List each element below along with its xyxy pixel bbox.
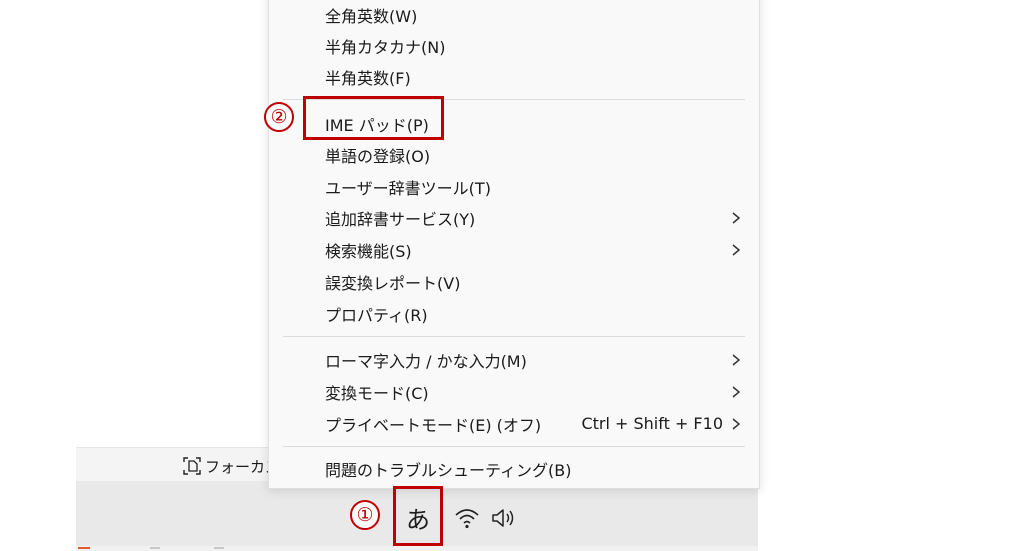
menu-item-troubleshooting[interactable]: 問題のトラブルシューティング(B) — [269, 453, 759, 484]
wifi-icon[interactable] — [454, 507, 480, 529]
menu-item-romaji-kana-input[interactable]: ローマ字入力 / かな入力(M) — [269, 344, 759, 375]
focus-button[interactable]: フォーカス — [182, 455, 280, 477]
menu-item-shortcut: Ctrl + Shift + F10 — [581, 414, 723, 433]
menu-item-register-word[interactable]: 単語の登録(O) — [269, 139, 759, 170]
chevron-right-icon — [732, 353, 741, 366]
speaker-icon[interactable] — [490, 507, 518, 529]
taskbar-bottom-strip — [76, 546, 758, 551]
callout-number-two: ② — [264, 102, 294, 132]
menu-item-search-function[interactable]: 検索機能(S) — [269, 234, 759, 265]
callout-highlight-ime-button — [393, 486, 443, 546]
menu-item-halfwidth-alphanumeric[interactable]: 半角英数(F) — [269, 61, 759, 92]
menu-separator — [283, 446, 745, 447]
menu-item-properties[interactable]: プロパティ(R) — [269, 298, 759, 329]
chevron-right-icon — [732, 385, 741, 398]
menu-item-user-dictionary-tool[interactable]: ユーザー辞書ツール(T) — [269, 171, 759, 202]
ime-context-menu: 全角英数(W) 半角カタカナ(N) 半角英数(F) IME パッド(P) 単語の… — [268, 0, 760, 489]
menu-separator — [283, 336, 745, 337]
menu-item-additional-dictionary-service[interactable]: 追加辞書サービス(Y) — [269, 202, 759, 233]
app-indicator — [78, 547, 90, 549]
menu-item-conversion-error-report[interactable]: 誤変換レポート(V) — [269, 266, 759, 297]
chevron-right-icon — [732, 417, 741, 430]
focus-icon — [183, 457, 201, 475]
app-indicator — [214, 547, 224, 549]
app-indicator — [150, 547, 160, 549]
menu-item-conversion-mode[interactable]: 変換モード(C) — [269, 376, 759, 407]
menu-item-private-mode[interactable]: プライベートモード(E) (オフ) Ctrl + Shift + F10 — [269, 408, 759, 439]
menu-item-fullwidth-alphanumeric[interactable]: 全角英数(W) — [269, 0, 759, 30]
menu-item-halfwidth-katakana[interactable]: 半角カタカナ(N) — [269, 30, 759, 61]
callout-highlight-ime-pad — [303, 96, 444, 140]
callout-number-one: ① — [350, 500, 380, 530]
chevron-right-icon — [732, 211, 741, 224]
chevron-right-icon — [732, 243, 741, 256]
